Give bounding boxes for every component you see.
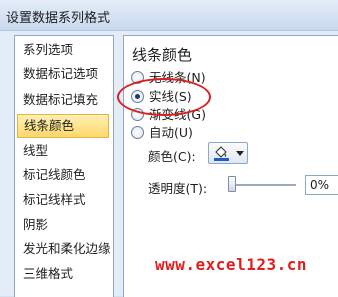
nav-item-line-style[interactable]: 线型 bbox=[17, 139, 109, 163]
transparency-input[interactable]: 0% bbox=[305, 175, 338, 195]
nav-item-marker-options[interactable]: 数据标记选项 bbox=[17, 62, 109, 86]
watermark: www.excel123.cn bbox=[155, 255, 307, 274]
title-bar: 设置数据系列格式 bbox=[0, 0, 338, 31]
option-label: 自动(U) bbox=[149, 125, 193, 140]
panel-heading: 线条颜色 bbox=[132, 46, 193, 64]
category-list: 系列选项 数据标记选项 数据标记填充 线条颜色 线型 标记线颜色 标记线样式 阴… bbox=[14, 35, 114, 297]
color-label: 颜色(C): bbox=[148, 149, 196, 164]
transparency-label: 透明度(T): bbox=[148, 181, 208, 196]
color-picker-button[interactable] bbox=[208, 142, 248, 164]
highlight-circle bbox=[117, 78, 211, 116]
transparency-slider-track[interactable] bbox=[232, 184, 296, 186]
chevron-down-icon bbox=[236, 151, 244, 156]
nav-item-line-color[interactable]: 线条颜色 bbox=[17, 114, 109, 138]
nav-item-3d-format[interactable]: 三维格式 bbox=[17, 262, 109, 286]
nav-item-marker-fill[interactable]: 数据标记填充 bbox=[17, 88, 109, 112]
paint-bucket-icon bbox=[214, 146, 229, 161]
nav-item-shadow[interactable]: 阴影 bbox=[17, 213, 109, 237]
dialog-title: 设置数据系列格式 bbox=[6, 11, 111, 26]
nav-item-marker-line-color[interactable]: 标记线颜色 bbox=[17, 163, 109, 187]
option-automatic[interactable]: 自动(U) bbox=[131, 124, 193, 142]
nav-item-series-options[interactable]: 系列选项 bbox=[17, 38, 109, 62]
nav-item-glow-soft-edges[interactable]: 发光和柔化边缘 bbox=[17, 237, 111, 261]
color-swatch bbox=[214, 158, 229, 161]
radio-button[interactable] bbox=[131, 126, 144, 139]
transparency-slider-thumb[interactable] bbox=[228, 176, 236, 192]
nav-item-marker-line-style[interactable]: 标记线样式 bbox=[17, 188, 109, 212]
